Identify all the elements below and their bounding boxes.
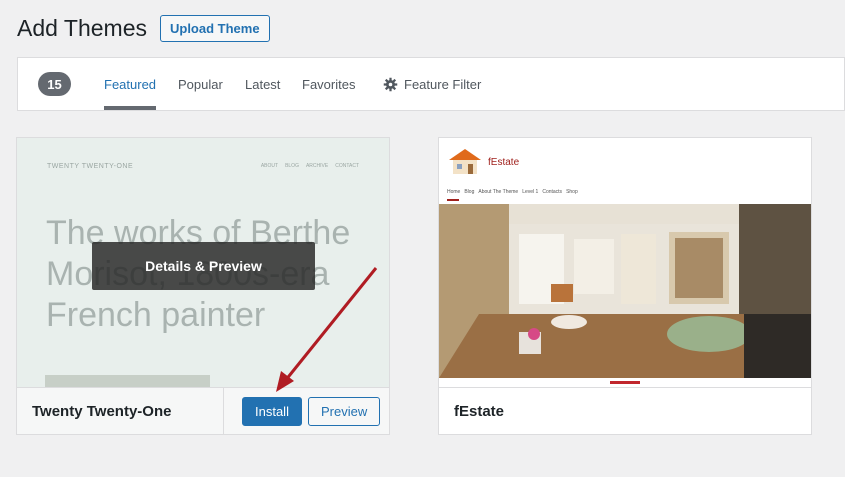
page-header: Add Themes Upload Theme: [17, 13, 270, 43]
preview-nav: ABOUT BLOG ARCHIVE CONTACT: [261, 163, 359, 169]
tab-favorites[interactable]: Favorites: [302, 58, 355, 110]
theme-name: fEstate: [454, 403, 505, 420]
preview-nav-item: CONTACT: [335, 163, 359, 169]
feature-filter-label: Feature Filter: [404, 76, 482, 92]
house-logo-icon: [449, 149, 481, 174]
preview-nav-item: ABOUT: [260, 163, 279, 169]
preview-menu: Home Blog About The Theme Level 1 Contac…: [447, 189, 578, 195]
preview-menu-item: About The Theme: [478, 189, 519, 195]
tab-featured[interactable]: Featured: [104, 58, 157, 110]
theme-card-twenty-twenty-one[interactable]: TWENTY TWENTY-ONE ABOUT BLOG ARCHIVE CON…: [16, 137, 390, 435]
preview-nav-item: ARCHIVE: [305, 163, 329, 169]
page-title: Add Themes: [17, 15, 147, 41]
theme-card-footer: Twenty Twenty-One Install Preview: [17, 387, 389, 434]
tab-popular[interactable]: Popular: [178, 58, 223, 110]
theme-name: Twenty Twenty-One: [32, 403, 172, 420]
gear-icon: [383, 77, 398, 91]
details-preview-overlay[interactable]: Details & Preview: [92, 242, 315, 290]
preview-nav-item: BLOG: [285, 163, 299, 169]
theme-card-festate[interactable]: fEstate Home Blog About The Theme Level …: [438, 137, 812, 435]
preview-image: [45, 375, 210, 387]
preview-menu-underline: [447, 199, 459, 201]
theme-card-footer: fEstate: [439, 387, 811, 434]
preview-menu-item: Shop: [566, 189, 578, 195]
slider-indicator[interactable]: [610, 381, 640, 384]
feature-filter-button[interactable]: Feature Filter: [383, 58, 481, 110]
preview-brand: fEstate: [488, 157, 520, 168]
theme-screenshot[interactable]: TWENTY TWENTY-ONE ABOUT BLOG ARCHIVE CON…: [17, 138, 389, 387]
preview-menu-item: Level 1: [522, 189, 539, 195]
theme-screenshot[interactable]: fEstate Home Blog About The Theme Level …: [439, 138, 811, 387]
theme-count-badge: 15: [38, 72, 71, 96]
tab-latest[interactable]: Latest: [245, 58, 280, 110]
preview-site-logo: TWENTY TWENTY-ONE: [47, 163, 134, 170]
theme-actions: Install Preview: [223, 388, 389, 434]
preview-button[interactable]: Preview: [308, 397, 381, 426]
preview-menu-item: Home: [447, 189, 461, 195]
room-photo-image: [439, 204, 811, 378]
theme-filter-bar: 15 Featured Popular Latest Favorites Fea…: [17, 57, 845, 111]
preview-menu-item: Blog: [464, 189, 475, 195]
install-button[interactable]: Install: [242, 397, 302, 426]
upload-theme-button[interactable]: Upload Theme: [159, 14, 270, 42]
preview-menu-item: Contacts: [542, 189, 563, 195]
